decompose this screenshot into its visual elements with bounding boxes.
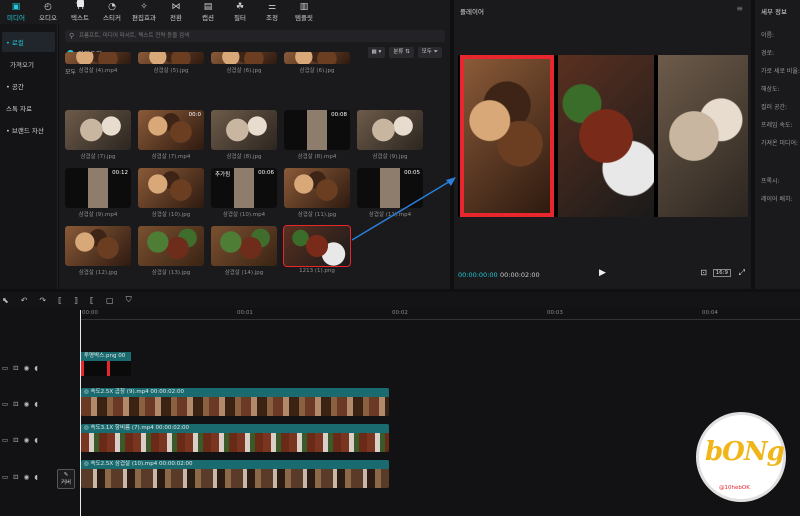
volume-icon[interactable]: ◖ [34,473,37,481]
track-icon: ▭ [2,473,9,481]
volume-icon[interactable]: ◖ [34,400,37,408]
ruler-tick-label: 00:03 [547,310,563,316]
track-icon: ▭ [2,364,9,372]
track-controls-1: ▭ ⊡ ◉ ◖ [0,364,56,372]
playhead-handle[interactable] [77,0,84,7]
watermark-text: bONg [705,437,785,467]
select-icon[interactable]: ⬉ [2,296,9,305]
trim-right-icon[interactable]: ⟦ [90,296,94,305]
trim-left-icon[interactable]: ⟧ [74,296,78,305]
ruler-tick-label: 00:02 [392,310,408,316]
lock-icon[interactable]: ⊡ [13,400,18,408]
track-controls-4: ▭ ⊡ ◉ ◖ [0,473,56,481]
arrow-line-1 [351,179,453,241]
shield-icon[interactable]: ⛉ [126,295,132,305]
watermark-logo: bONg @10hebOK [696,412,786,502]
ruler-tick-label: 00:00 [82,310,98,316]
arrowhead-1 [446,177,456,186]
timeline-toolbar: ⬉ ↶ ↷ ⟦ ⟧ ⟦ ▢ ⛉ [0,292,800,308]
eye-icon[interactable]: ◉ [24,473,30,481]
video-clip[interactable]: ◎ 속도2.5X 삼겹살 (10).mp4 00:00:02:00 [81,460,389,488]
video-clip[interactable]: ◎ 속도3.1X 항비름 (7).mp4 00:00:02:00 [81,424,389,452]
eye-icon[interactable]: ◉ [24,436,30,444]
image-clip-label: 투명박스.png 00 [81,352,131,361]
undo-icon[interactable]: ↶ [21,296,28,305]
video-clip[interactable]: ◎ 속도2.5X 곱창 (9).mp4 00:00:02:00 [81,388,389,416]
lock-icon[interactable]: ⊡ [13,364,18,372]
volume-icon[interactable]: ◖ [34,436,37,444]
volume-icon[interactable]: ◖ [34,364,37,372]
track-icon: ▭ [2,400,9,408]
ruler-tick-label: 00:01 [237,310,253,316]
image-clip[interactable]: 투명박스.png 00 [81,352,131,376]
clip-frames [81,469,389,488]
track-icon: ▭ [2,436,9,444]
timeline-ruler[interactable]: 00:00 00:01 00:02 00:03 00:04 [80,308,800,320]
video-clip-label: ◎ 속도2.5X 곱창 (9).mp4 00:00:02:00 [81,388,389,397]
delete-icon[interactable]: ▢ [106,296,114,305]
eye-icon[interactable]: ◉ [24,400,30,408]
eye-icon[interactable]: ◉ [24,364,30,372]
watermark-sub: @10hebOK [719,485,750,491]
clip-frames [81,397,389,416]
clip-frames [81,433,389,452]
track-controls-2: ▭ ⊡ ◉ ◖ [0,400,56,408]
lock-icon[interactable]: ⊡ [13,436,18,444]
video-clip-label: ◎ 속도2.5X 삼겹살 (10).mp4 00:00:02:00 [81,460,389,469]
split-icon[interactable]: ⟦ [58,296,62,305]
track-controls-3: ▭ ⊡ ◉ ◖ [0,436,56,444]
redo-icon[interactable]: ↷ [39,296,46,305]
ruler-tick-label: 00:04 [702,310,718,316]
video-clip-label: ◎ 속도3.1X 항비름 (7).mp4 00:00:02:00 [81,424,389,433]
cover-button[interactable]: ✎ 커버 [57,469,75,489]
lock-icon[interactable]: ⊡ [13,473,18,481]
